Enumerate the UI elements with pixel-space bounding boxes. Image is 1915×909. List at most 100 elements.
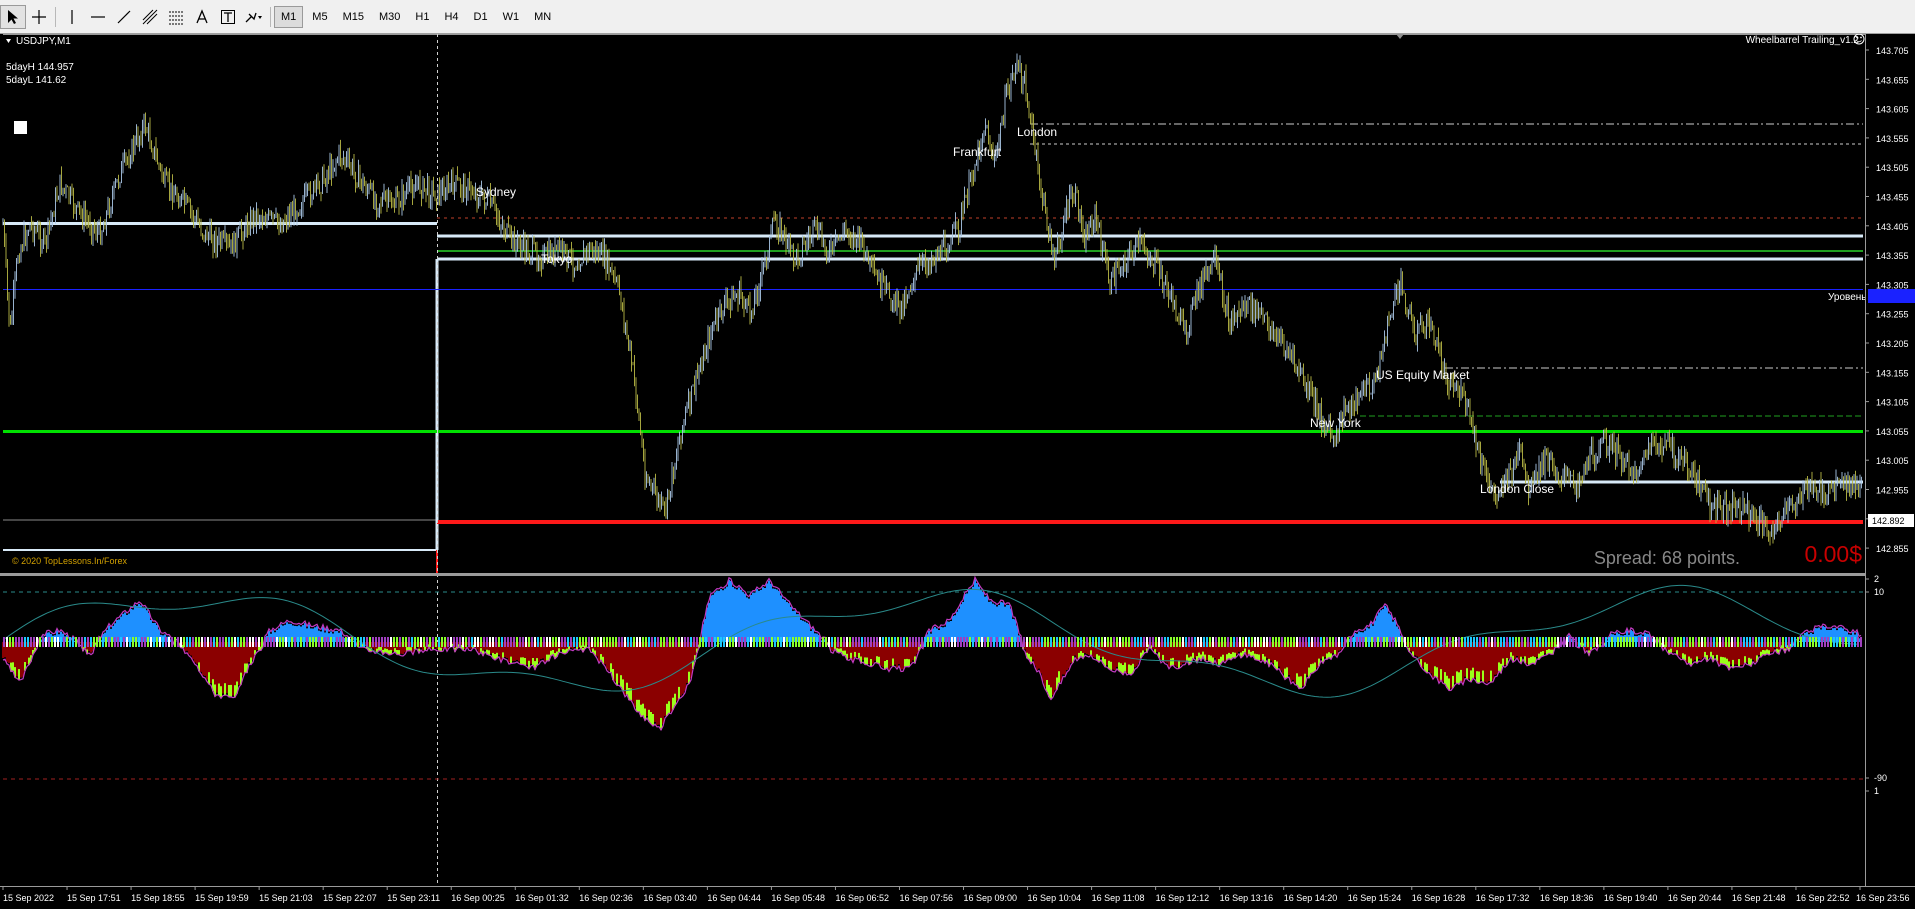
osc-trend-strip: [876, 637, 878, 647]
timeframe-h1-button[interactable]: H1: [409, 6, 435, 28]
osc-trend-strip: [1038, 637, 1040, 647]
osc-trend-strip: [972, 637, 974, 647]
timeframe-w1-button[interactable]: W1: [497, 6, 526, 28]
osc-trend-strip: [234, 637, 236, 647]
timeframe-m30-button[interactable]: M30: [373, 6, 406, 28]
panel-toggle-checkbox[interactable]: [14, 121, 27, 134]
osc-trend-strip: [750, 637, 752, 647]
osc-tick-label: 1: [1874, 786, 1879, 796]
osc-trend-strip: [1551, 637, 1553, 647]
osc-trend-strip: [1125, 637, 1127, 647]
osc-trend-strip: [450, 637, 452, 647]
osc-trend-strip: [39, 637, 41, 647]
vertical-line-icon[interactable]: [59, 5, 85, 29]
time-tick-label: 16 Sep 11:08: [1092, 893, 1145, 903]
time-tick-label: 15 Sep 2022: [3, 893, 54, 903]
osc-trend-strip: [1689, 637, 1691, 647]
osc-trend-strip: [1842, 637, 1844, 647]
osc-trend-strip: [1626, 637, 1628, 647]
osc-trend-strip: [1734, 637, 1736, 647]
text-icon[interactable]: [189, 5, 215, 29]
osc-trend-strip: [192, 637, 194, 647]
osc-trend-strip: [102, 637, 104, 647]
osc-trend-strip: [69, 637, 71, 647]
osc-trend-strip: [1800, 637, 1802, 647]
osc-trend-strip: [891, 637, 893, 647]
osc-trend-strip: [1347, 637, 1349, 647]
osc-trend-strip: [933, 637, 935, 647]
osc-trend-strip: [1725, 637, 1727, 647]
osc-trend-strip: [471, 637, 473, 647]
osc-trend-strip: [1812, 637, 1814, 647]
trendline-icon[interactable]: [111, 5, 137, 29]
osc-trend-strip: [741, 637, 743, 647]
chart-area[interactable]: Sydney Tokyo Frankfurt London US Equity Mark…: [0, 34, 1915, 909]
osc-trend-strip: [1794, 637, 1796, 647]
osc-trend-strip: [1743, 637, 1745, 647]
osc-trend-strip: [1791, 637, 1793, 647]
osc-trend-strip: [1011, 637, 1013, 647]
cursor-icon[interactable]: [0, 5, 26, 29]
timeframe-mn-button[interactable]: MN: [528, 6, 557, 28]
osc-trend-strip: [1344, 637, 1346, 647]
timeframe-m15-button[interactable]: M15: [337, 6, 370, 28]
osc-trend-strip: [921, 637, 923, 647]
osc-trend-strip: [531, 637, 533, 647]
osc-trend-strip: [141, 637, 143, 647]
osc-trend-strip: [1611, 637, 1613, 647]
osc-trend-strip: [735, 637, 737, 647]
osc-trend-strip: [888, 637, 890, 647]
osc-trend-strip: [435, 637, 437, 647]
horizontal-line-icon[interactable]: [85, 5, 111, 29]
osc-trend-strip: [825, 637, 827, 647]
osc-trend-strip: [156, 637, 158, 647]
osc-trend-strip: [1818, 637, 1820, 647]
osc-trend-strip: [1194, 637, 1196, 647]
equidistant-channel-icon[interactable]: [137, 5, 163, 29]
price-tick-label: 143.305: [1876, 280, 1909, 290]
osc-trend-strip: [765, 637, 767, 647]
osc-trend-strip: [576, 637, 578, 647]
osc-trend-strip: [609, 637, 611, 647]
osc-trend-strip: [132, 637, 134, 647]
osc-trend-strip: [1326, 637, 1328, 647]
osc-trend-strip: [6, 637, 8, 647]
crosshair-icon[interactable]: [26, 5, 52, 29]
timeframe-d1-button[interactable]: D1: [468, 6, 494, 28]
time-tick-label: 15 Sep 23:11: [387, 893, 440, 903]
osc-trend-strip: [1749, 637, 1751, 647]
osc-trend-strip: [1095, 637, 1097, 647]
timeframe-h4-button[interactable]: H4: [438, 6, 464, 28]
osc-trend-strip: [408, 637, 410, 647]
osc-trend-strip: [522, 637, 524, 647]
osc-trend-strip: [1170, 637, 1172, 647]
osc-trend-strip: [378, 637, 380, 647]
time-tick-label: 16 Sep 09:00: [964, 893, 1018, 903]
osc-trend-strip: [138, 637, 140, 647]
osc-trend-strip: [1707, 637, 1709, 647]
osc-trend-strip: [1413, 637, 1415, 647]
osc-trend-strip: [1035, 637, 1037, 647]
osc-trend-strip: [1107, 637, 1109, 647]
osc-trend-strip: [486, 637, 488, 647]
osc-trend-strip: [1080, 637, 1082, 647]
osc-trend-strip: [1845, 637, 1847, 647]
osc-trend-strip: [624, 637, 626, 647]
arrows-icon[interactable]: [241, 5, 267, 29]
text-label-icon[interactable]: [215, 5, 241, 29]
osc-trend-strip: [777, 637, 779, 647]
timeframe-m5-button[interactable]: M5: [306, 6, 333, 28]
osc-trend-strip: [258, 637, 260, 647]
osc-trend-strip: [1287, 637, 1289, 647]
osc-trend-strip: [714, 637, 716, 647]
osc-trend-strip: [1788, 637, 1790, 647]
osc-trend-strip: [273, 637, 275, 647]
fibonacci-icon[interactable]: [163, 5, 189, 29]
osc-trend-strip: [1776, 637, 1778, 647]
osc-trend-strip: [1566, 637, 1568, 647]
osc-trend-strip: [1338, 637, 1340, 647]
timeframe-m1-button[interactable]: M1: [274, 6, 304, 28]
osc-trend-strip: [1134, 637, 1136, 647]
osc-trend-strip: [1572, 637, 1574, 647]
osc-trend-strip: [204, 637, 206, 647]
